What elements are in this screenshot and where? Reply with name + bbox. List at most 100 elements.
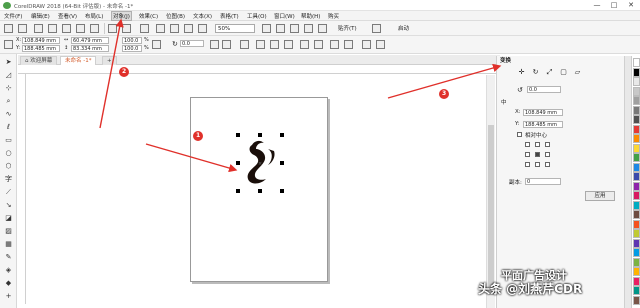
anchor-bottom-right[interactable] — [545, 162, 550, 167]
vertical-ruler[interactable] — [18, 74, 26, 304]
color-swatch[interactable] — [633, 295, 640, 305]
resize-handle[interactable] — [258, 189, 262, 193]
color-swatch[interactable] — [633, 200, 640, 210]
corel-connect-icon[interactable] — [156, 24, 165, 33]
scale-y-field[interactable]: 100.0 — [122, 45, 142, 52]
color-swatch[interactable] — [633, 286, 640, 295]
options-gear-icon[interactable] — [372, 24, 381, 33]
anchor-center[interactable] — [535, 152, 540, 157]
x-position-field[interactable]: 108.849 mm — [22, 37, 60, 44]
search-content-icon[interactable] — [140, 24, 149, 33]
color-swatch[interactable] — [633, 210, 640, 219]
tab-document[interactable]: 未命名 -1* — [60, 56, 97, 65]
close-button[interactable]: ✕ — [624, 1, 638, 10]
color-swatch[interactable] — [633, 162, 640, 172]
shape-tool-icon[interactable]: ◿ — [4, 71, 13, 80]
menu-buy[interactable]: 购买 — [328, 12, 339, 20]
copies-field[interactable]: 0 — [525, 178, 561, 185]
to-back-icon[interactable] — [284, 40, 293, 49]
menu-bitmaps[interactable]: 位图(B) — [166, 12, 185, 20]
vertical-scrollbar[interactable] — [486, 75, 495, 308]
color-swatch[interactable] — [633, 124, 640, 134]
menu-edit[interactable]: 编辑(E) — [31, 12, 50, 20]
docker-rotation-field[interactable]: 0.0 — [527, 86, 561, 93]
y-position-field[interactable]: 188.485 mm — [22, 45, 60, 52]
rectangle-tool-icon[interactable]: ▭ — [4, 136, 13, 145]
combine-icon[interactable] — [330, 40, 339, 49]
smart-fill-icon[interactable]: ◆ — [4, 279, 13, 288]
color-swatch[interactable] — [633, 229, 640, 238]
parallel-dimension-icon[interactable]: ⟋ — [4, 188, 13, 197]
anchor-bottom-left[interactable] — [525, 162, 530, 167]
docker-y-field[interactable]: 188.485 mm — [523, 121, 563, 128]
tab-welcome[interactable]: ⌂ 欢迎屏幕 — [20, 56, 58, 65]
transparency-tool-icon[interactable]: ▨ — [4, 227, 13, 236]
save-icon[interactable] — [34, 24, 43, 33]
interactive-fill-icon[interactable]: ◈ — [4, 266, 13, 275]
publish-pdf-icon[interactable] — [198, 24, 207, 33]
menu-tools[interactable]: 工具(O) — [247, 12, 267, 20]
scale-x-field[interactable]: 100.0 — [122, 37, 142, 44]
show-guidelines-icon[interactable] — [304, 24, 313, 33]
snap-to-dropdown[interactable]: 贴齐(T) — [338, 24, 357, 32]
color-swatch[interactable] — [633, 276, 640, 286]
resize-handle[interactable] — [258, 133, 262, 137]
launch-dropdown[interactable]: 启动 — [398, 24, 409, 32]
selected-glyph-object[interactable]: × — [234, 133, 286, 193]
color-swatch[interactable] — [633, 134, 640, 143]
show-rulers-icon[interactable] — [276, 24, 285, 33]
resize-handle[interactable] — [280, 133, 284, 137]
menu-view[interactable]: 查看(V) — [58, 12, 77, 20]
position-icon[interactable]: ✛ — [517, 68, 526, 77]
align-distribute-icon[interactable] — [240, 40, 249, 49]
color-swatch[interactable] — [633, 238, 640, 248]
color-swatch[interactable] — [633, 191, 640, 200]
import-icon[interactable] — [170, 24, 179, 33]
shadow-tool-icon[interactable]: ◪ — [4, 214, 13, 223]
menu-object[interactable]: 对象(J) — [111, 11, 132, 21]
object-origin-icon[interactable] — [4, 40, 13, 49]
resize-handle[interactable] — [236, 161, 240, 165]
anchor-middle-left[interactable] — [525, 152, 530, 157]
resize-handle[interactable] — [280, 161, 284, 165]
full-screen-icon[interactable] — [262, 24, 271, 33]
mesh-tool-icon[interactable]: ▦ — [4, 240, 13, 249]
ellipse-tool-icon[interactable]: ○ — [4, 149, 13, 158]
pen-outline-icon[interactable] — [362, 40, 371, 49]
paste-icon[interactable] — [90, 24, 99, 33]
print-icon[interactable] — [48, 24, 57, 33]
minimize-button[interactable]: — — [590, 1, 604, 10]
color-swatch[interactable] — [633, 153, 640, 162]
show-grid-icon[interactable] — [290, 24, 299, 33]
zoom-level-select[interactable]: 50% — [215, 24, 255, 33]
new-document-icon[interactable] — [4, 24, 13, 33]
color-swatch[interactable] — [633, 172, 640, 181]
menu-layout[interactable]: 布局(L) — [85, 12, 103, 20]
open-icon[interactable] — [18, 24, 27, 33]
docker-side-tabs[interactable] — [624, 56, 631, 308]
resize-handle[interactable] — [280, 189, 284, 193]
freehand-tool-icon[interactable]: ∿ — [4, 110, 13, 119]
add-tool-icon[interactable]: + — [4, 292, 13, 301]
undo-icon[interactable] — [108, 24, 117, 33]
cut-icon[interactable] — [62, 24, 71, 33]
anchor-top-right[interactable] — [545, 142, 550, 147]
polygon-tool-icon[interactable]: ⬡ — [4, 162, 13, 171]
pick-tool-icon[interactable]: ➤ — [4, 58, 13, 67]
rotate-icon[interactable]: ↻ — [531, 68, 540, 77]
maximize-button[interactable]: □ — [607, 1, 621, 10]
scrollbar-thumb[interactable] — [488, 125, 494, 295]
mirror-vertical-icon[interactable] — [222, 40, 231, 49]
copy-icon[interactable] — [76, 24, 85, 33]
color-swatch[interactable] — [633, 181, 640, 191]
anchor-bottom-center[interactable] — [535, 162, 540, 167]
color-swatch[interactable] — [633, 257, 640, 267]
mirror-horizontal-icon[interactable] — [210, 40, 219, 49]
export-icon[interactable] — [184, 24, 193, 33]
size-icon[interactable]: ▢ — [559, 68, 568, 77]
to-front-icon[interactable] — [270, 40, 279, 49]
anchor-top-left[interactable] — [525, 142, 530, 147]
ungroup-icon[interactable] — [314, 40, 323, 49]
relative-center-checkbox[interactable] — [517, 132, 522, 137]
color-swatch[interactable] — [633, 115, 640, 124]
